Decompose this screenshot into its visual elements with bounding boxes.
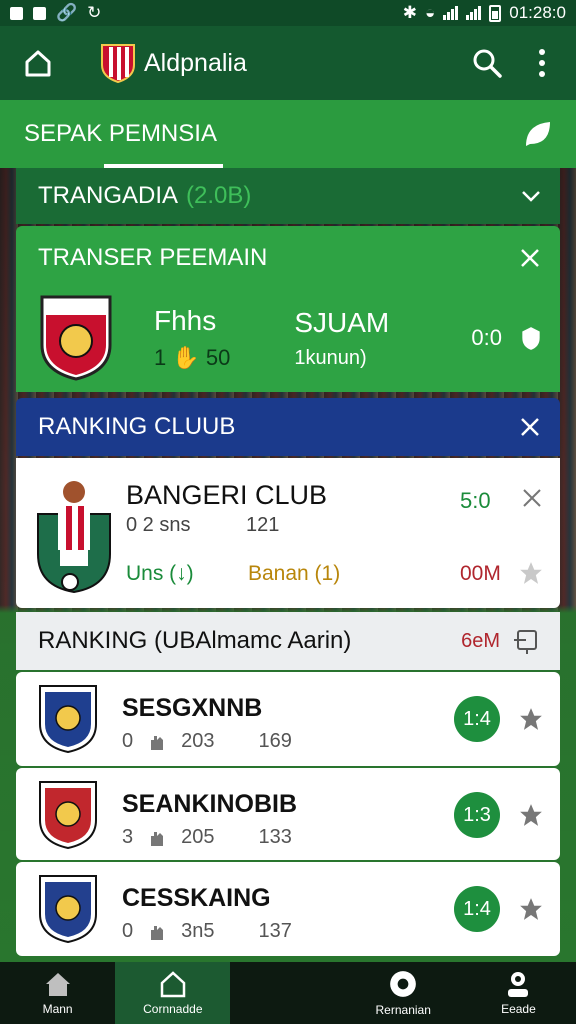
player-sub: 1kunun) bbox=[294, 346, 367, 369]
app-title: Aldpnalia bbox=[144, 48, 247, 77]
nav-label: Rernanian bbox=[375, 1003, 431, 1017]
profile-icon bbox=[508, 972, 529, 997]
app-bar: Aldpnalia bbox=[0, 26, 576, 100]
player-name: SJUAM bbox=[294, 306, 390, 338]
label-left: Uns (↓) bbox=[126, 562, 194, 585]
stat-b: 3n5 bbox=[181, 920, 215, 942]
ranking-sub-title: RANKING (UBAlmamc Aarin) bbox=[38, 627, 352, 654]
stat-a: 0 bbox=[122, 730, 134, 752]
club-crest-icon bbox=[39, 781, 97, 850]
club-name: SEANKINOBIB bbox=[122, 790, 298, 818]
stat-b: 203 bbox=[181, 730, 215, 752]
section-tag: (2.0B) bbox=[186, 182, 252, 209]
nav-label: Eeade bbox=[501, 1002, 536, 1016]
ranking-row[interactable]: SESGXNNB 0 203 169 1:4 bbox=[16, 672, 560, 766]
transfer-score: 0:0 bbox=[471, 325, 502, 350]
club-crest-icon bbox=[39, 685, 97, 754]
stat-b: 205 bbox=[181, 826, 215, 848]
hand-icon bbox=[151, 831, 164, 846]
close-icon[interactable] bbox=[520, 417, 540, 437]
nav-label: Mann bbox=[42, 1002, 73, 1016]
home-outline-icon bbox=[160, 971, 186, 998]
close-icon[interactable] bbox=[522, 488, 542, 508]
ranking-title: RANKING CLUUB bbox=[38, 413, 236, 440]
stat-c: 169 bbox=[258, 730, 292, 752]
club-stats: 0 203 169 bbox=[122, 730, 292, 753]
star-icon[interactable] bbox=[518, 560, 544, 586]
leaf-icon[interactable] bbox=[522, 118, 554, 150]
club-stat-value: 121 bbox=[246, 514, 280, 536]
chevron-down-icon[interactable] bbox=[520, 185, 542, 207]
home-icon[interactable] bbox=[24, 49, 52, 77]
nav-rernanian[interactable]: Rernanian bbox=[346, 962, 461, 1024]
stat-a: 3 bbox=[122, 826, 134, 848]
clock: 01:28:0 bbox=[509, 3, 566, 22]
nav-label: Cornnadde bbox=[143, 1002, 203, 1016]
club-name: BANGERI CLUB bbox=[126, 480, 328, 510]
club-crest-icon bbox=[39, 875, 97, 944]
hand-icon bbox=[151, 925, 164, 940]
nav-eeade[interactable]: Eeade bbox=[461, 962, 576, 1024]
team-name: Fhhs bbox=[154, 305, 217, 336]
tab-sepak-pemnsia[interactable]: SEPAK PEMNSIA bbox=[24, 100, 223, 168]
bottom-nav: Mann Cornnadde Rernanian Eeade bbox=[0, 962, 576, 1024]
hand-icon bbox=[151, 735, 164, 750]
section-title: TRANGADIA bbox=[38, 182, 179, 209]
club-name: CESSKAING bbox=[122, 884, 271, 912]
ranking-row[interactable]: CESSKAING 0 3n5 137 1:4 bbox=[16, 862, 560, 956]
transfer-card: TRANSER PEEMAIN Fhhs 1 ✋ 50 SJUAM 1kunun… bbox=[16, 226, 560, 392]
score-badge: 1:3 bbox=[454, 792, 500, 838]
ranking-header: RANKING CLUUB bbox=[16, 398, 560, 456]
status-bar: 🔗 ↻ ✱ ◒ 01:28:0 bbox=[0, 0, 576, 26]
ball-icon bbox=[390, 971, 417, 997]
team-stats: 1 ✋ 50 bbox=[154, 345, 231, 370]
tab-strip: SEPAK PEMNSIA bbox=[0, 100, 576, 168]
close-icon[interactable] bbox=[520, 248, 540, 268]
search-icon[interactable] bbox=[472, 48, 502, 78]
player-photo bbox=[37, 481, 111, 594]
nav-cornnadde[interactable]: Cornnadde bbox=[115, 962, 231, 1024]
nav-home[interactable]: Mann bbox=[0, 962, 115, 1024]
star-icon[interactable] bbox=[518, 896, 544, 922]
collapsed-section[interactable]: TRANGADIA (2.0B) bbox=[16, 168, 560, 224]
stat-c: 133 bbox=[258, 826, 292, 848]
bluetooth-icon: ✱ bbox=[402, 3, 417, 22]
label-right: 00M bbox=[460, 562, 501, 585]
stat-a: 0 bbox=[122, 920, 134, 942]
ranking-row[interactable]: SEANKINOBIB 3 205 133 1:3 bbox=[16, 768, 560, 860]
more-options-icon[interactable] bbox=[538, 49, 546, 77]
club-score: 5:0 bbox=[460, 488, 491, 513]
transfer-title: TRANSER PEEMAIN bbox=[38, 244, 268, 271]
sync-icon: ↻ bbox=[87, 3, 102, 22]
featured-club-card[interactable]: BANGERI CLUB 0 2 sns 121 5:0 Uns (↓) Ban… bbox=[16, 458, 560, 608]
nav-empty bbox=[230, 962, 345, 1024]
battery-icon bbox=[489, 4, 502, 22]
gallery-icon bbox=[33, 6, 46, 20]
signal-icon bbox=[443, 6, 459, 20]
shield-icon[interactable] bbox=[518, 325, 544, 351]
ranking-sub-tag: 6eM bbox=[461, 629, 500, 652]
signal-icon-2 bbox=[466, 6, 482, 20]
star-icon[interactable] bbox=[518, 802, 544, 828]
club-stats: 3 205 133 bbox=[122, 826, 292, 849]
export-icon[interactable] bbox=[512, 627, 540, 655]
club-crest-icon bbox=[40, 295, 112, 381]
club-stats: 0 3n5 137 bbox=[122, 920, 292, 943]
score-badge: 1:4 bbox=[454, 886, 500, 932]
club-stats: 0 2 sns bbox=[126, 514, 191, 536]
score-badge: 1:4 bbox=[454, 696, 500, 742]
club-name: SESGXNNB bbox=[122, 694, 263, 722]
link-icon: 🔗 bbox=[56, 3, 78, 22]
app-logo bbox=[101, 44, 135, 83]
ranking-subheader: RANKING (UBAlmamc Aarin) 6eM bbox=[16, 612, 560, 670]
home-icon bbox=[45, 973, 70, 996]
stat-c: 137 bbox=[258, 920, 292, 942]
label-mid: Banan (1) bbox=[248, 562, 341, 585]
notification-icon bbox=[10, 6, 23, 20]
star-icon[interactable] bbox=[518, 706, 544, 732]
wifi-icon: ◒ bbox=[424, 3, 436, 22]
